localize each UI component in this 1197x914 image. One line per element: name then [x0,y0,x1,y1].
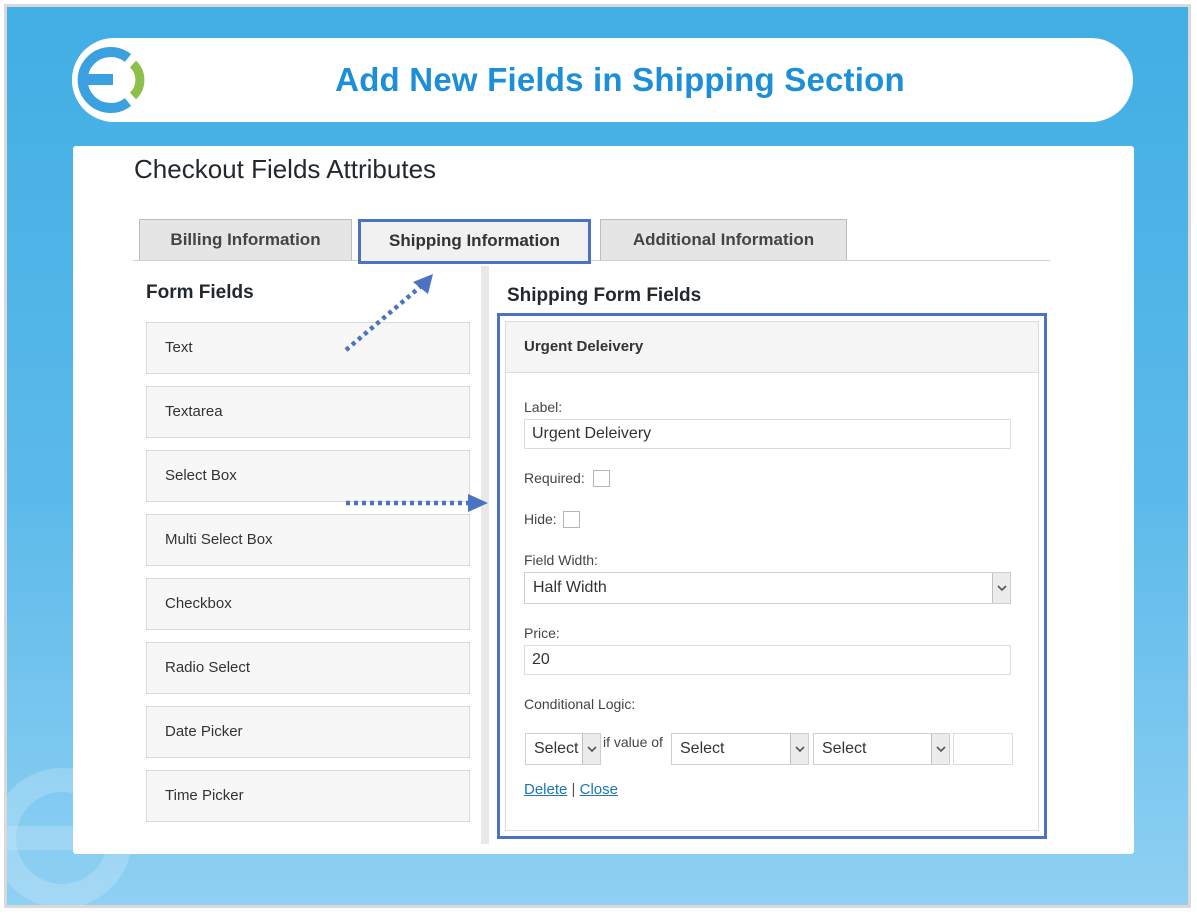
conditional-logic-caption: Conditional Logic: [524,696,636,712]
field-card-header[interactable]: Urgent Deleivery [506,322,1038,373]
banner-title: Add New Fields in Shipping Section [335,61,905,98]
logic-field-select[interactable]: Select [671,733,809,765]
field-type-text[interactable]: Text [146,322,470,374]
field-width-select[interactable]: Half Width [524,572,1011,604]
close-link[interactable]: Close [580,781,618,798]
field-type-textarea[interactable]: Textarea [146,386,470,438]
logic-operator-value: Select [822,740,867,757]
label-caption: Label: [524,399,563,415]
page-title: Checkout Fields Attributes [134,154,437,184]
logic-action-value: Select [534,740,579,757]
shipping-form-fields-title: Shipping Form Fields [507,285,702,306]
required-caption: Required: [524,470,585,486]
price-caption: Price: [524,625,560,641]
column-divider [481,266,489,844]
link-separator: | [571,781,576,798]
price-input[interactable]: 20 [524,645,1011,675]
tabs-underline [133,260,1050,261]
logic-connector-text: if value of [603,734,663,750]
field-type-checkbox[interactable]: Checkbox [146,578,470,630]
form-fields-title: Form Fields [146,282,254,303]
label-input[interactable]: Urgent Deleivery [524,419,1011,449]
logic-field-value: Select [680,740,725,757]
chevron-down-icon [790,734,808,764]
delete-link[interactable]: Delete [524,781,567,798]
tab-billing-information[interactable]: Billing Information [139,219,352,260]
field-type-time-picker[interactable]: Time Picker [146,770,470,822]
tab-additional-information[interactable]: Additional Information [600,219,847,260]
field-type-radio-select[interactable]: Radio Select [146,642,470,694]
field-width-value: Half Width [533,579,607,596]
chevron-down-icon [992,573,1010,603]
field-type-multi-select-box[interactable]: Multi Select Box [146,514,470,566]
logic-value-input[interactable] [953,733,1013,765]
shipping-field-editor: Urgent Deleivery Label: Urgent Deleivery… [497,313,1047,839]
content-panel: Checkout Fields Attributes Billing Infor… [73,146,1134,854]
field-card: Urgent Deleivery Label: Urgent Deleivery… [505,321,1039,831]
field-actions: Delete | Close [524,781,618,798]
chevron-down-icon [931,734,949,764]
logic-action-select[interactable]: Select [525,733,601,765]
field-type-date-picker[interactable]: Date Picker [146,706,470,758]
chevron-down-icon [582,734,600,764]
required-checkbox[interactable] [593,470,610,487]
hide-caption: Hide: [524,511,557,527]
field-type-select-box[interactable]: Select Box [146,450,470,502]
hide-checkbox[interactable] [563,511,580,528]
field-width-caption: Field Width: [524,552,598,568]
tab-shipping-information[interactable]: Shipping Information [358,219,591,264]
logic-operator-select[interactable]: Select [813,733,950,765]
